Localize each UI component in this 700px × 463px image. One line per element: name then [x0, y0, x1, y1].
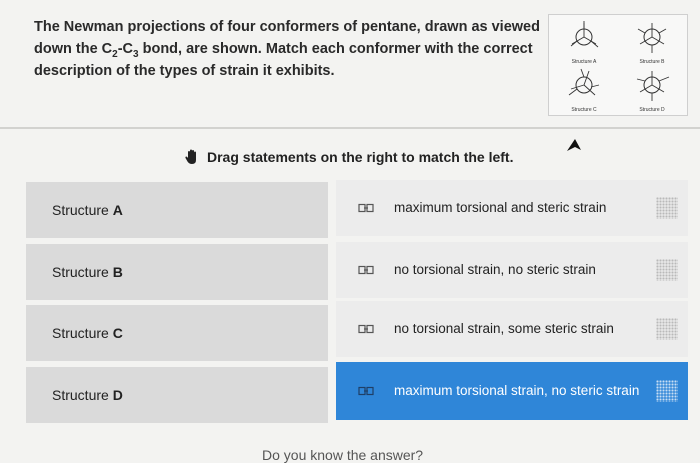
drag-handle-icon[interactable] — [656, 318, 678, 340]
footer-prompt: Do you know the answer? — [262, 447, 424, 463]
link-icon — [358, 324, 374, 334]
structure-d-label: Structure D — [52, 387, 123, 403]
link-icon — [358, 265, 374, 275]
structure-c-target[interactable]: Structure C — [26, 305, 369, 361]
instruction: Drag statements on the right to match th… — [183, 147, 513, 167]
newman-projections-image[interactable]: Structure A Structure B Structure C Stru… — [548, 14, 688, 116]
statement-no-torsional-no-steric[interactable]: no torsional strain, no steric strain — [336, 242, 688, 298]
structure-c-label: Structure C — [52, 325, 123, 341]
structure-d-projection: Structure D — [619, 65, 685, 113]
statement-max-torsional-steric[interactable]: maximum torsional and steric strain — [336, 180, 688, 236]
structure-a-projection: Structure A — [551, 17, 617, 65]
structure-b-label: Structure B — [52, 264, 123, 280]
structure-d-target[interactable]: Structure D — [26, 367, 369, 423]
question-text: The Newman projections of four conformer… — [34, 19, 540, 79]
link-icon — [358, 203, 374, 213]
mouse-cursor-icon — [567, 139, 581, 151]
structure-b-projection: Structure B — [619, 17, 685, 65]
statement-max-torsional-no-steric[interactable]: maximum torsional strain, no steric stra… — [336, 362, 688, 420]
link-icon — [358, 386, 374, 396]
structure-a-label: Structure A — [52, 202, 123, 218]
divider — [0, 127, 700, 129]
hand-icon — [185, 149, 196, 164]
statement-no-torsional-some-steric[interactable]: no torsional strain, some steric strain — [336, 301, 688, 357]
drag-handle-icon[interactable] — [656, 197, 678, 219]
structure-a-target[interactable]: Structure A — [26, 182, 369, 238]
structure-b-target[interactable]: Structure B — [26, 244, 369, 300]
drag-handle-icon[interactable] — [656, 259, 678, 281]
structure-c-projection: Structure C — [551, 65, 617, 113]
drag-handle-icon[interactable] — [656, 380, 678, 402]
